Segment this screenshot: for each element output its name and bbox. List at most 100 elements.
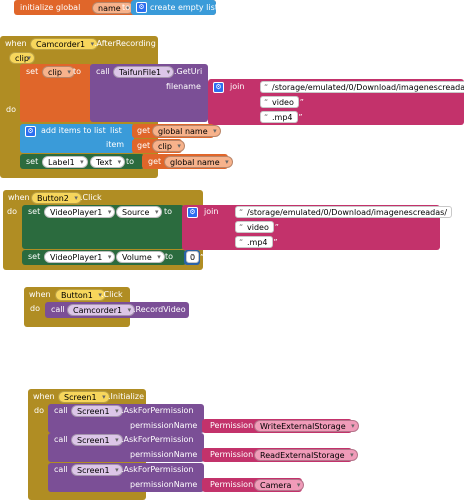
set-component-dropdown[interactable]: VideoPlayer1 bbox=[44, 251, 116, 263]
join-block-1[interactable]: ⚙ join /storage/emulated/0/Download/imag… bbox=[208, 79, 464, 125]
permission-block[interactable]: Permission ReadExternalStorage bbox=[202, 448, 358, 462]
when-keyword: when bbox=[33, 392, 55, 401]
set-property-dropdown[interactable]: Text bbox=[90, 156, 126, 168]
set-to-label: to bbox=[126, 157, 135, 166]
permission-dropdown[interactable]: Camera bbox=[254, 479, 305, 491]
permission-keyword: Permission bbox=[210, 450, 254, 459]
join-text-video[interactable]: video bbox=[260, 96, 304, 108]
filename-param-label: filename bbox=[166, 82, 201, 91]
do-keyword: do bbox=[30, 304, 40, 313]
set-label1-text-block[interactable]: set Label1 Text to bbox=[20, 154, 144, 169]
get-clip-block[interactable]: get clip bbox=[132, 139, 185, 153]
when-keyword: when bbox=[29, 290, 51, 299]
get-keyword: get bbox=[137, 141, 151, 150]
component-dropdown[interactable]: Screen1 bbox=[58, 391, 110, 403]
get-global-name-block[interactable]: get global name bbox=[132, 124, 221, 138]
permission-keyword: Permission bbox=[210, 421, 254, 430]
get-keyword: get bbox=[137, 126, 151, 135]
get-global-name-block[interactable]: get global name bbox=[142, 154, 233, 169]
do-keyword: do bbox=[7, 207, 17, 216]
list-param-label: list bbox=[110, 126, 122, 135]
get-var-dropdown[interactable]: global name bbox=[152, 125, 221, 137]
initialize-global-keyword: initialize global bbox=[20, 3, 81, 12]
call-method-name: .AskForPermission bbox=[121, 406, 194, 415]
set-clip-block[interactable]: set clip to bbox=[20, 64, 92, 122]
set-videoplayer-volume-block[interactable]: set VideoPlayer1 Volume to bbox=[22, 250, 186, 265]
call-method-name: .RecordVideo bbox=[133, 305, 186, 314]
permission-name-param: permissionName bbox=[130, 450, 198, 459]
set-to-label: to bbox=[165, 252, 174, 261]
add-items-keyword: add items to list bbox=[41, 126, 106, 135]
permission-name-param: permissionName bbox=[130, 480, 198, 489]
permission-block[interactable]: Permission Camera bbox=[202, 478, 305, 492]
component-dropdown[interactable]: Button2 bbox=[31, 192, 82, 204]
join-text-ext[interactable]: .mp4 bbox=[235, 236, 277, 248]
set-property-dropdown[interactable]: Volume bbox=[116, 251, 165, 263]
gear-icon[interactable]: ⚙ bbox=[25, 126, 36, 137]
taifunfile-geturi-call[interactable]: call TaifunFile1 .GetUri filename bbox=[90, 64, 208, 122]
askforpermission-call[interactable]: call Screen1 .AskForPermission permissio… bbox=[48, 433, 204, 462]
add-items-to-list-block[interactable]: ⚙ add items to list list item bbox=[20, 124, 134, 153]
set-keyword: set bbox=[26, 157, 39, 166]
set-property-dropdown[interactable]: Source bbox=[116, 206, 163, 218]
join-text-video[interactable]: video bbox=[235, 221, 279, 233]
do-keyword: do bbox=[34, 406, 44, 415]
set-keyword: set bbox=[28, 252, 41, 261]
gear-icon[interactable]: ⚙ bbox=[187, 207, 198, 218]
join-keyword: join bbox=[230, 82, 245, 91]
do-keyword: do bbox=[6, 105, 16, 114]
create-empty-list-label: create empty list bbox=[150, 3, 218, 12]
event-name: .Initialize bbox=[108, 392, 145, 401]
call-method-name: .AskForPermission bbox=[121, 465, 194, 474]
join-keyword: join bbox=[204, 207, 219, 216]
call-method-name: .GetUri bbox=[174, 67, 203, 76]
when-keyword: when bbox=[8, 193, 30, 202]
get-keyword: get bbox=[148, 157, 162, 166]
event-param-clip[interactable]: clip bbox=[9, 52, 35, 64]
call-method-name: .AskForPermission bbox=[121, 435, 194, 444]
permission-keyword: Permission bbox=[210, 480, 254, 489]
number-block[interactable]: 0 bbox=[184, 250, 204, 265]
when-keyword: when bbox=[5, 39, 27, 48]
join-text-ext[interactable]: .mp4 bbox=[260, 111, 302, 123]
join-text-path[interactable]: /storage/emulated/0/Download/imagenescre… bbox=[235, 206, 457, 218]
item-param-label: item bbox=[106, 140, 125, 149]
set-videoplayer-source-block[interactable]: set VideoPlayer1 Source to bbox=[22, 205, 184, 249]
permission-dropdown[interactable]: ReadExternalStorage bbox=[254, 449, 358, 461]
askforpermission-call[interactable]: call Screen1 .AskForPermission permissio… bbox=[48, 463, 204, 492]
call-keyword: call bbox=[54, 435, 68, 444]
set-var-dropdown[interactable]: clip bbox=[42, 66, 75, 78]
gear-icon[interactable]: ⚙ bbox=[136, 2, 147, 13]
set-component-dropdown[interactable]: VideoPlayer1 bbox=[44, 206, 116, 218]
call-component-dropdown[interactable]: TaifunFile1 bbox=[113, 66, 175, 78]
askforpermission-call[interactable]: call Screen1 .AskForPermission permissio… bbox=[48, 404, 204, 433]
get-var-dropdown[interactable]: global name bbox=[164, 156, 233, 168]
get-var-dropdown[interactable]: clip bbox=[152, 140, 185, 152]
call-component-dropdown[interactable]: Screen1 bbox=[71, 405, 123, 417]
set-keyword: set bbox=[26, 67, 39, 76]
join-block-2[interactable]: ⚙ join /storage/emulated/0/Download/imag… bbox=[182, 205, 457, 250]
join-text-path[interactable]: /storage/emulated/0/Download/imagenescre… bbox=[260, 81, 464, 93]
set-to-label: to bbox=[73, 67, 82, 76]
event-name: .Click bbox=[101, 290, 123, 299]
set-keyword: set bbox=[28, 207, 41, 216]
permission-name-param: permissionName bbox=[130, 421, 198, 430]
call-keyword: call bbox=[51, 305, 65, 314]
set-component-dropdown[interactable]: Label1 bbox=[42, 156, 88, 168]
permission-block[interactable]: Permission WriteExternalStorage bbox=[202, 419, 359, 433]
gear-icon[interactable]: ⚙ bbox=[213, 82, 224, 93]
call-component-dropdown[interactable]: Camcorder1 bbox=[67, 304, 136, 316]
call-component-dropdown[interactable]: Screen1 bbox=[71, 464, 123, 476]
component-dropdown[interactable]: Button1 bbox=[55, 289, 106, 301]
call-component-dropdown[interactable]: Screen1 bbox=[71, 434, 123, 446]
call-keyword: call bbox=[54, 465, 68, 474]
call-keyword: call bbox=[54, 406, 68, 415]
permission-dropdown[interactable]: WriteExternalStorage bbox=[254, 420, 359, 432]
number-value[interactable]: 0 bbox=[186, 251, 204, 263]
create-empty-list-block[interactable]: ⚙ create empty list bbox=[131, 0, 218, 15]
component-dropdown[interactable]: Camcorder1 bbox=[30, 38, 99, 50]
set-to-label: to bbox=[164, 207, 173, 216]
event-name: .Click bbox=[80, 193, 102, 202]
initialize-global-block[interactable]: initialize global name to ⚙ create empty… bbox=[14, 0, 218, 15]
camcorder-recordvideo-call[interactable]: call Camcorder1 .RecordVideo bbox=[45, 302, 189, 318]
